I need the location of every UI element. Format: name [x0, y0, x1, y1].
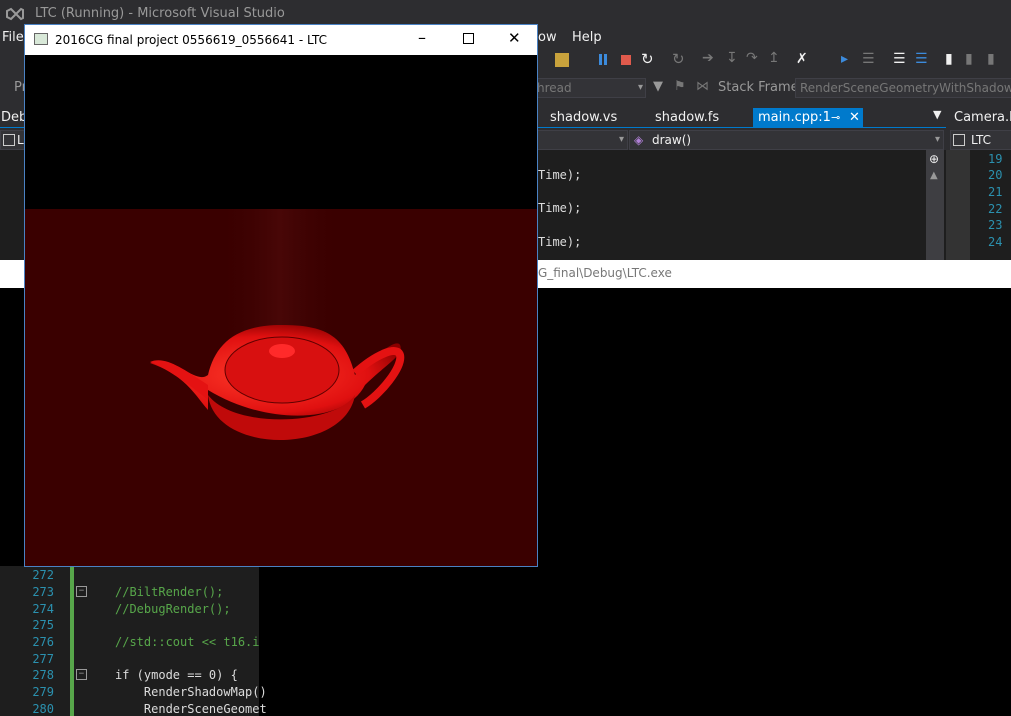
pause-icon[interactable]: [599, 54, 602, 65]
split-icon[interactable]: ⊕: [929, 152, 939, 166]
stack-frame-value: RenderSceneGeometryWithShadowM: [800, 81, 1011, 95]
toggle-icon[interactable]: ⋈: [696, 79, 709, 94]
visual-studio-logo-icon: [6, 7, 24, 21]
member-combo[interactable]: ◈ draw() ▾: [629, 130, 944, 150]
chevron-down-icon: ▾: [618, 134, 624, 145]
project-combo-value: L: [17, 133, 24, 147]
code-editor-lower[interactable]: 272 273 274 275 276 277 278 279 280 − − …: [0, 566, 267, 716]
project-icon: [3, 134, 15, 146]
code-line: //std::cout << t16.i: [115, 635, 260, 649]
menu-file[interactable]: File: [2, 30, 24, 45]
bookmark-next-icon[interactable]: ▮: [965, 51, 973, 67]
line-number: 277: [32, 652, 54, 666]
line-number: 274: [32, 602, 54, 616]
line-number: 272: [32, 568, 54, 582]
cursor-icon[interactable]: ▸: [841, 51, 848, 67]
uncomment-icon[interactable]: ☰: [915, 51, 928, 67]
tab-main-cpp[interactable]: main.cpp:1 ⊸ ✕: [753, 108, 863, 128]
line-number-gutter: 272 273 274 275 276 277 278 279 280: [24, 566, 54, 716]
app-title-bar[interactable]: 2016CG final project 0556619_0556641 - L…: [25, 25, 537, 55]
teapot-scene: [150, 209, 405, 440]
bookmark-prev-icon[interactable]: ▮: [987, 51, 995, 67]
vs-window-title: LTC (Running) - Microsoft Visual Studio: [35, 6, 285, 21]
step-out-icon[interactable]: ↷: [746, 50, 758, 66]
line-number: 23: [988, 218, 1003, 232]
line-number: 279: [32, 685, 54, 699]
format-icon[interactable]: ☰: [862, 51, 875, 67]
right-editor-pane[interactable]: 19 20 21 22 23 24: [946, 150, 1011, 260]
app-window[interactable]: 2016CG final project 0556619_0556641 - L…: [24, 24, 538, 567]
project-icon: [953, 134, 965, 146]
tab-main-cpp-label: main.cpp:1: [758, 110, 831, 125]
filter-icon[interactable]: ▼: [653, 79, 663, 94]
step-into-icon[interactable]: ➔: [702, 50, 714, 66]
thread-combo[interactable]: hread ▾: [530, 78, 646, 98]
editor-scrollbar[interactable]: ⊕ ▲: [926, 150, 944, 260]
line-number: 273: [32, 585, 54, 599]
tab-camera[interactable]: Camera.hp: [954, 108, 1011, 128]
minimize-icon[interactable]: –: [418, 28, 426, 47]
teapot-knob: [269, 344, 295, 358]
line-number: 19: [988, 152, 1003, 166]
code-line: RenderShadowMap(): [115, 685, 267, 699]
app-window-title: 2016CG final project 0556619_0556641 - L…: [55, 33, 328, 47]
close-icon[interactable]: ✕: [508, 29, 521, 47]
stack-frame-label: Stack Frame:: [718, 80, 804, 95]
scroll-up-icon[interactable]: ▲: [930, 170, 938, 181]
chevron-down-icon: ▾: [637, 82, 643, 93]
tab-shadow-fs[interactable]: shadow.fs: [655, 108, 719, 128]
close-icon[interactable]: ✕: [849, 108, 860, 128]
member-combo-value: draw(): [652, 133, 692, 147]
line-number: 278: [32, 668, 54, 682]
render-viewport[interactable]: [25, 55, 537, 566]
bookmark-icon[interactable]: ▮: [945, 51, 953, 67]
method-icon: ◈: [634, 133, 644, 147]
code-line: Time);: [538, 168, 582, 182]
code-line: Time);: [538, 235, 582, 249]
line-number: 22: [988, 202, 1003, 216]
console-path: G_final\Debug\LTC.exe: [538, 266, 672, 280]
step-back-icon[interactable]: ↥: [768, 50, 780, 66]
code-line: RenderSceneGeomet: [115, 702, 267, 716]
right-project-combo-value: LTC: [971, 133, 992, 147]
pause-icon-bar: [604, 54, 607, 65]
tab-overflow-icon[interactable]: ▼: [933, 108, 941, 121]
line-number: 20: [988, 168, 1003, 182]
pin-icon[interactable]: ⊸: [831, 108, 840, 128]
stop-icon[interactable]: [621, 55, 631, 65]
right-project-combo[interactable]: LTC: [950, 130, 1011, 150]
scope-combo[interactable]: ▾: [530, 130, 628, 150]
code-line: //DebugRender();: [115, 602, 231, 616]
step-over-icon[interactable]: ↧: [726, 50, 738, 66]
tab-shadow-vs[interactable]: shadow.vs: [550, 108, 617, 128]
line-number: 275: [32, 618, 54, 632]
restart-icon[interactable]: ↻: [641, 50, 654, 68]
stack-frame-combo[interactable]: RenderSceneGeometryWithShadowM: [795, 78, 1011, 98]
code-line: //BiltRender();: [115, 585, 224, 599]
menu-window[interactable]: ow: [538, 30, 557, 45]
collapse-icon[interactable]: −: [76, 669, 87, 680]
code-line: Time);: [538, 201, 582, 215]
breakpoint-toggle-icon[interactable]: ✗: [796, 51, 808, 67]
line-number: 280: [32, 702, 54, 716]
maximize-icon[interactable]: [463, 33, 474, 44]
code-line: if (ymode == 0) {: [115, 668, 238, 682]
solution-icon[interactable]: [555, 53, 569, 67]
flag-icon[interactable]: ⚑: [674, 79, 686, 94]
line-number: 21: [988, 185, 1003, 199]
app-icon: [34, 33, 48, 45]
collapse-icon[interactable]: −: [76, 586, 87, 597]
change-indicator: [70, 566, 74, 716]
line-number: 24: [988, 235, 1003, 249]
menu-help[interactable]: Help: [572, 30, 602, 45]
chevron-down-icon: ▾: [934, 134, 940, 145]
line-number: 276: [32, 635, 54, 649]
comment-icon[interactable]: ☰: [893, 51, 906, 67]
project-combo[interactable]: L: [0, 130, 26, 150]
show-next-statement-icon[interactable]: ↻: [672, 50, 685, 68]
